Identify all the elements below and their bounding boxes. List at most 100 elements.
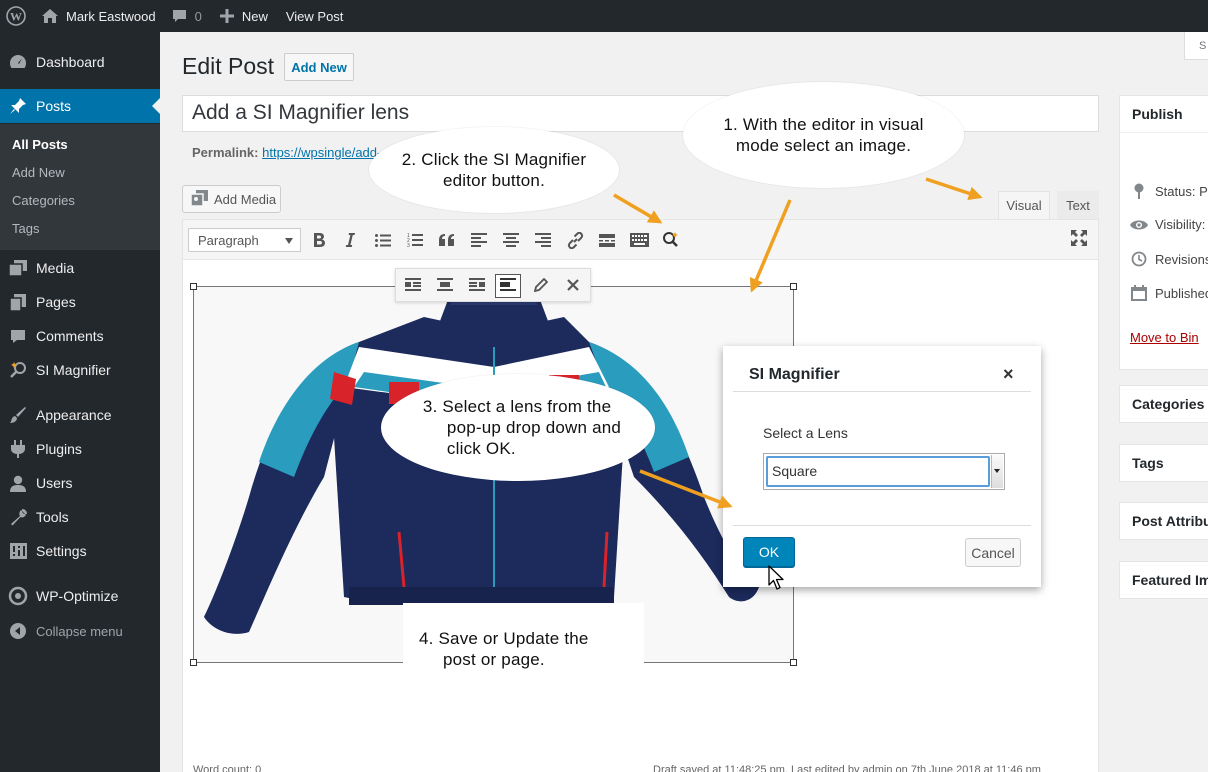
add-media-label: Add Media bbox=[214, 191, 277, 207]
numbered-list-icon: 123 bbox=[407, 233, 423, 247]
toolbar-toggle-button[interactable] bbox=[629, 230, 649, 250]
annotation-text: editor button. bbox=[442, 171, 546, 190]
brush-icon bbox=[0, 406, 36, 424]
add-media-icon bbox=[190, 189, 208, 209]
wordpress-logo-icon[interactable]: W bbox=[0, 0, 34, 32]
resize-handle-sw[interactable] bbox=[190, 659, 197, 666]
tags-box[interactable]: Tags bbox=[1119, 444, 1208, 482]
bold-icon bbox=[313, 233, 325, 247]
sidebar-item-label: Media bbox=[36, 260, 75, 276]
tags-box-title: Tags bbox=[1132, 455, 1164, 471]
sidebar-item-dashboard[interactable]: Dashboard bbox=[0, 45, 160, 79]
add-new-button[interactable]: Add New bbox=[284, 53, 354, 81]
arrow-to-visual-tab bbox=[925, 177, 983, 201]
si-magnifier-dialog: SI Magnifier × Select a Lens Square OK C… bbox=[723, 346, 1041, 587]
image-align-right-button[interactable] bbox=[464, 274, 490, 298]
comments-link[interactable]: 0 bbox=[164, 0, 210, 32]
calendar-icon bbox=[1130, 285, 1148, 301]
close-icon[interactable]: × bbox=[1003, 364, 1014, 385]
format-select[interactable]: Paragraph bbox=[188, 228, 301, 252]
collapse-label: Collapse menu bbox=[36, 623, 123, 639]
image-align-right-icon bbox=[469, 278, 485, 294]
revisions-row: Revisions bbox=[1130, 251, 1208, 267]
submenu-all-posts[interactable]: All Posts bbox=[12, 137, 68, 152]
screen-options-tab[interactable]: S bbox=[1184, 32, 1208, 60]
mouse-pointer-icon bbox=[768, 565, 786, 594]
si-magnifier-editor-button[interactable] bbox=[661, 230, 681, 250]
format-select-value: Paragraph bbox=[198, 233, 259, 248]
bullet-list-button[interactable] bbox=[373, 230, 393, 250]
align-center-button[interactable] bbox=[501, 230, 521, 250]
image-align-left-button[interactable] bbox=[400, 274, 426, 298]
image-remove-button[interactable] bbox=[560, 274, 586, 298]
image-edit-button[interactable] bbox=[528, 274, 554, 298]
image-inline-toolbar bbox=[395, 268, 591, 302]
tab-text[interactable]: Text bbox=[1057, 191, 1099, 219]
published-row: Published bbox=[1130, 285, 1208, 301]
sidebar-item-comments[interactable]: Comments bbox=[0, 319, 160, 353]
svg-text:3: 3 bbox=[407, 243, 410, 247]
location-pin-icon bbox=[1130, 183, 1148, 199]
sidebar-item-tools[interactable]: Tools bbox=[0, 500, 160, 534]
resize-handle-se[interactable] bbox=[790, 659, 797, 666]
sidebar-item-posts[interactable]: Posts bbox=[0, 89, 160, 123]
sidebar-item-label: Posts bbox=[36, 98, 72, 114]
sidebar-item-pages[interactable]: Pages bbox=[0, 285, 160, 319]
resize-handle-ne[interactable] bbox=[790, 283, 797, 290]
annotation-text: mode select an image. bbox=[735, 136, 912, 155]
fullscreen-button[interactable] bbox=[1069, 228, 1089, 248]
align-right-button[interactable] bbox=[533, 230, 553, 250]
sidebar-item-appearance[interactable]: Appearance bbox=[0, 398, 160, 432]
sidebar-item-media[interactable]: Media bbox=[0, 251, 160, 285]
view-post-link[interactable]: View Post bbox=[276, 0, 352, 32]
featured-image-box[interactable]: Featured Im bbox=[1119, 561, 1208, 599]
submenu-add-new[interactable]: Add New bbox=[12, 165, 65, 180]
tab-visual[interactable]: Visual bbox=[998, 191, 1050, 219]
word-count: Word count: 0 bbox=[193, 764, 262, 772]
sidebar-item-settings[interactable]: Settings bbox=[0, 534, 160, 568]
submenu-tags[interactable]: Tags bbox=[12, 221, 39, 236]
sidebar-item-users[interactable]: Users bbox=[0, 466, 160, 500]
annotation-step-2: 2. Click the SI Magnifier editor button. bbox=[369, 127, 619, 213]
insert-link-button[interactable] bbox=[565, 230, 585, 250]
admin-bar: W Mark Eastwood 0 New View Post bbox=[0, 0, 1208, 32]
eye-icon bbox=[1130, 219, 1148, 231]
history-icon bbox=[1130, 251, 1148, 267]
annotation-text: post or page. bbox=[443, 650, 545, 669]
align-center-icon bbox=[503, 233, 519, 247]
new-content-link[interactable]: New bbox=[210, 0, 276, 32]
cancel-button[interactable]: Cancel bbox=[965, 538, 1021, 567]
align-left-button[interactable] bbox=[469, 230, 489, 250]
published-label: Published bbox=[1155, 285, 1208, 301]
read-more-button[interactable] bbox=[597, 230, 617, 250]
sidebar-item-wp-optimize[interactable]: WP-Optimize bbox=[0, 579, 160, 613]
collapse-menu-button[interactable]: Collapse menu bbox=[0, 616, 160, 646]
fullscreen-icon bbox=[1071, 230, 1087, 246]
dialog-divider bbox=[733, 525, 1031, 526]
lens-select[interactable]: Square bbox=[763, 453, 1005, 490]
svg-text:W: W bbox=[10, 10, 22, 24]
image-align-left-icon bbox=[405, 278, 421, 294]
italic-button[interactable] bbox=[340, 230, 360, 250]
image-align-center-button[interactable] bbox=[432, 274, 458, 298]
numbered-list-button[interactable]: 123 bbox=[405, 230, 425, 250]
new-label: New bbox=[241, 8, 268, 24]
sidebar-item-plugins[interactable]: Plugins bbox=[0, 432, 160, 466]
add-media-button[interactable]: Add Media bbox=[182, 185, 281, 213]
move-to-bin-link[interactable]: Move to Bin bbox=[1130, 330, 1199, 345]
media-icon bbox=[0, 260, 36, 276]
sidebar-item-label: WP-Optimize bbox=[36, 588, 119, 604]
plus-icon bbox=[219, 9, 234, 23]
sidebar-item-si-magnifier[interactable]: SI Magnifier bbox=[0, 353, 160, 387]
blockquote-button[interactable] bbox=[437, 230, 457, 250]
post-attributes-box[interactable]: Post Attribu bbox=[1119, 502, 1208, 540]
magnifier-icon bbox=[0, 361, 36, 379]
bold-button[interactable] bbox=[309, 230, 329, 250]
ok-button[interactable]: OK bbox=[743, 537, 795, 567]
resize-handle-nw[interactable] bbox=[190, 283, 197, 290]
submenu-categories[interactable]: Categories bbox=[12, 193, 75, 208]
image-align-center-icon bbox=[437, 278, 453, 294]
site-name-link[interactable]: Mark Eastwood bbox=[34, 0, 164, 32]
image-align-none-button[interactable] bbox=[495, 274, 521, 298]
categories-box[interactable]: Categories bbox=[1119, 385, 1208, 423]
